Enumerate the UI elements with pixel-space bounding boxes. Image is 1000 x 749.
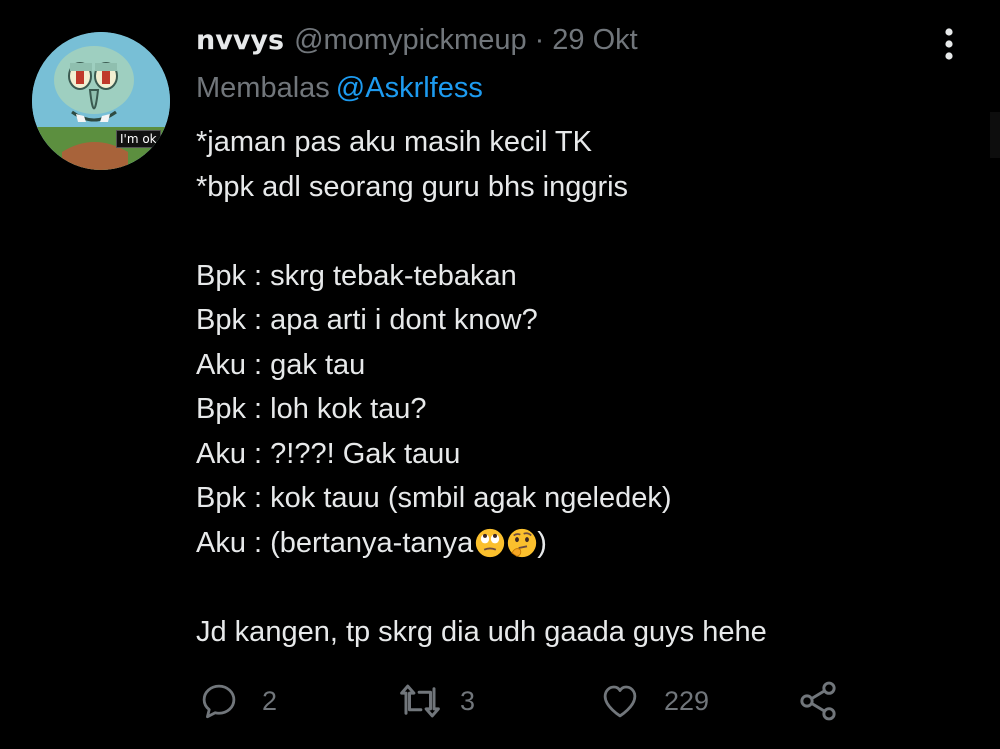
tweet-line-with-emoji: Aku : (bertanya-tanya ): [196, 521, 976, 566]
tweet-header: nvvys @momypickmeup · 29 Okt: [196, 24, 638, 66]
scrollbar[interactable]: [990, 112, 1000, 158]
tweet-actions: 2 3 229: [0, 676, 1000, 726]
tweet-line-suffix: ): [537, 526, 547, 559]
tweet-line: Aku : ?!??! Gak tauu: [196, 437, 461, 470]
thinking-face-icon: [508, 528, 537, 557]
retweet-button[interactable]: 3: [396, 676, 475, 726]
reply-context: Membalas @Askrlfess: [196, 72, 483, 105]
tweet-line: Jd kangen, tp skrg dia udh gaada guys he…: [196, 615, 767, 648]
separator-dot: ·: [534, 24, 545, 56]
share-icon: [800, 681, 836, 721]
retweet-icon: [400, 684, 440, 718]
more-options-icon[interactable]: [936, 26, 962, 62]
display-name[interactable]: nvvys: [196, 25, 284, 56]
retweet-count: 3: [460, 685, 476, 716]
reply-count: 2: [262, 685, 278, 716]
tweet-date[interactable]: 29 Okt: [552, 24, 637, 57]
tweet-line: Bpk : loh kok tau?: [196, 393, 427, 425]
like-button[interactable]: 229: [598, 676, 709, 726]
reply-icon: [202, 684, 236, 719]
reply-button[interactable]: 2: [198, 676, 277, 726]
tweet-line: *bpk adl seorang guru bhs inggris: [196, 170, 629, 203]
user-handle[interactable]: @momypickmeup: [294, 24, 527, 57]
tweet-line: Aku : gak tau: [196, 348, 366, 381]
like-count: 229: [664, 685, 710, 716]
tweet-body: *jaman pas aku masih kecil TK *bpk adl s…: [196, 120, 976, 654]
avatar[interactable]: I'm ok: [32, 32, 170, 170]
avatar-caption: I'm ok: [116, 130, 161, 148]
tweet-line: Bpk : apa arti i dont know?: [196, 304, 538, 336]
tweet-line: *jaman pas aku masih kecil TK: [196, 126, 592, 158]
tweet-line-text: Aku : (bertanya-tanya: [196, 526, 474, 559]
reply-mention-link[interactable]: @Askrlfess: [336, 72, 483, 104]
tweet-line: Bpk : kok tauu (smbil agak ngeledek): [196, 482, 672, 514]
heart-icon: [603, 685, 637, 718]
squidward-avatar-icon: [32, 32, 170, 170]
share-button[interactable]: [796, 676, 840, 726]
face-with-rolling-eyes-icon: [476, 528, 505, 557]
tweet-line: Bpk : skrg tebak-tebakan: [196, 259, 517, 292]
reply-prefix: Membalas: [196, 72, 330, 104]
